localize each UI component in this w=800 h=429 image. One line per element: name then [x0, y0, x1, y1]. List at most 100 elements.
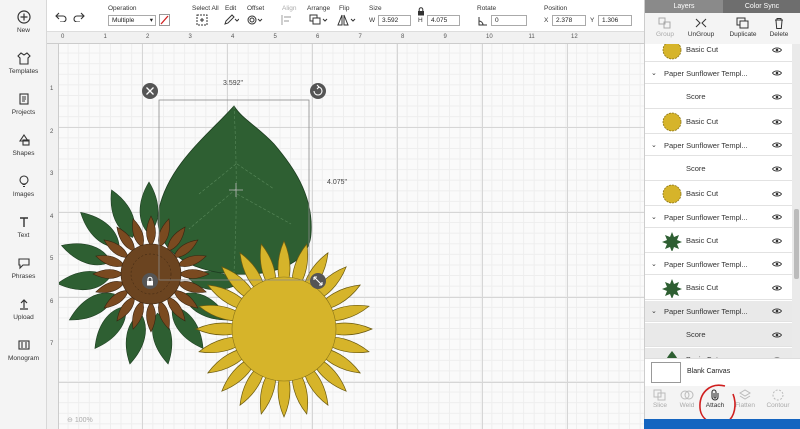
eye-icon[interactable]	[772, 93, 782, 100]
ruler-h-tick: 0	[61, 34, 65, 40]
trash-icon	[775, 18, 783, 29]
eye-icon[interactable]	[772, 46, 782, 53]
yellow-sunflower[interactable]	[195, 240, 373, 418]
align-icon[interactable]	[281, 14, 297, 26]
layer-row[interactable]: Basic Cut	[645, 348, 792, 358]
layer-row[interactable]: Basic Cut	[645, 229, 792, 253]
zoom-level[interactable]: ⊖ 100%	[67, 416, 93, 424]
new-button[interactable]: New	[0, 10, 47, 34]
layer-row[interactable]: Basic Cut	[645, 110, 792, 134]
flip-icon[interactable]	[337, 14, 357, 26]
scrollbar-thumb[interactable]	[794, 209, 799, 279]
shapes-button[interactable]: Shapes	[0, 133, 47, 157]
chevron-down-icon[interactable]: ⌄	[651, 207, 657, 228]
layer-group-row[interactable]: ⌄ Paper Sunflower Templ...	[645, 254, 792, 275]
operation-label: Operation	[108, 5, 137, 12]
eye-icon[interactable]	[772, 261, 782, 267]
select-all-icon[interactable]	[196, 14, 208, 26]
contour-button[interactable]: Contour	[763, 389, 793, 409]
images-button[interactable]: Images	[0, 174, 47, 198]
layer-group-row[interactable]: ⌄ Paper Sunflower Templ...	[645, 301, 792, 322]
undo-icon[interactable]	[55, 12, 67, 22]
eye-icon[interactable]	[772, 331, 782, 338]
lock-handle[interactable]	[142, 273, 158, 289]
layer-thumb	[662, 231, 682, 252]
eye-icon[interactable]	[772, 284, 782, 291]
upload-label: Upload	[13, 314, 34, 321]
tab-color-sync[interactable]: Color Sync	[723, 0, 800, 13]
layer-row[interactable]: Basic Cut	[645, 44, 792, 62]
rotate-handle[interactable]	[310, 83, 326, 99]
layer-row[interactable]: Basic Cut	[645, 182, 792, 206]
operation-select[interactable]: Multiple ▾	[108, 15, 156, 26]
resize-handle[interactable]	[310, 273, 326, 289]
slice-button[interactable]: Slice	[645, 389, 675, 409]
delete-button[interactable]: Delete	[759, 17, 799, 38]
layer-group-row[interactable]: ⌄ Paper Sunflower Templ...	[645, 63, 792, 84]
linetype-swatch-icon[interactable]	[159, 14, 170, 26]
design-canvas[interactable]: 3.592" 4.075" ⊖ 100%	[59, 44, 644, 429]
delete-handle[interactable]	[142, 83, 158, 99]
projects-button[interactable]: Projects	[0, 92, 47, 116]
layer-row[interactable]: Score	[645, 323, 792, 347]
layer-row[interactable]: Score	[645, 85, 792, 109]
width-field[interactable]: 3.592	[378, 15, 411, 26]
ruler-v-tick: 6	[50, 298, 54, 305]
ungroup-button[interactable]: UnGroup	[681, 17, 721, 38]
arrange-icon[interactable]	[309, 14, 329, 26]
eye-icon[interactable]	[772, 190, 782, 197]
group-button[interactable]: Group	[645, 17, 685, 38]
rotate-field[interactable]: 0	[491, 15, 527, 26]
star-thumb-icon	[662, 232, 682, 252]
operation-value: Multiple	[112, 17, 135, 24]
lock-ratio-icon[interactable]	[417, 7, 425, 16]
edit-pencil-icon[interactable]	[223, 14, 239, 26]
ungroup-label: UnGroup	[687, 31, 715, 38]
chevron-down-icon[interactable]: ⌄	[651, 135, 657, 156]
upload-icon	[19, 299, 28, 310]
design-artwork[interactable]	[59, 44, 644, 429]
chevron-down-icon[interactable]: ⌄	[651, 254, 657, 275]
phrases-button[interactable]: Phrases	[0, 256, 47, 280]
text-button[interactable]: Text	[0, 215, 47, 239]
redo-icon[interactable]	[73, 12, 85, 22]
layer-row[interactable]: Basic Cut	[645, 276, 792, 300]
plus-circle-icon	[16, 10, 31, 24]
chevron-down-icon[interactable]: ⌄	[651, 301, 657, 322]
layer-group-row[interactable]: ⌄ Paper Sunflower Templ...	[645, 135, 792, 156]
blank-canvas-thumb	[651, 362, 681, 383]
upload-button[interactable]: Upload	[0, 297, 47, 321]
layer-group-row[interactable]: ⌄ Paper Sunflower Templ...	[645, 207, 792, 228]
left-toolbar: New Templates Projects Shapes Images Tex…	[0, 0, 47, 429]
x-field[interactable]: 2.378	[552, 15, 586, 26]
y-field[interactable]: 1.306	[598, 15, 632, 26]
height-field[interactable]: 4.075	[427, 15, 460, 26]
ruler-h-tick: 7	[358, 34, 362, 40]
ruler-h-tick: 5	[273, 34, 277, 40]
eye-icon[interactable]	[772, 214, 782, 220]
text-label: Text	[17, 232, 30, 239]
x-value: 2.378	[556, 17, 573, 24]
offset-icon[interactable]	[246, 14, 264, 26]
monogram-button[interactable]: Monogram	[0, 338, 47, 362]
eye-icon[interactable]	[772, 142, 782, 148]
bottom-accent-bar	[644, 419, 800, 429]
eye-icon[interactable]	[772, 237, 782, 244]
duplicate-button[interactable]: Duplicate	[723, 17, 763, 38]
rotate-icon[interactable]	[477, 15, 489, 26]
ruler-h-tick: 3	[188, 34, 192, 40]
layer-row[interactable]: Score	[645, 157, 792, 181]
speech-bubble-icon	[17, 258, 30, 270]
eye-icon[interactable]	[772, 70, 782, 76]
layer-scrollbar[interactable]	[792, 44, 800, 358]
chevron-down-icon[interactable]: ⌄	[651, 63, 657, 84]
eye-icon[interactable]	[772, 308, 782, 314]
eye-icon[interactable]	[772, 165, 782, 172]
eye-icon[interactable]	[772, 118, 782, 125]
top-toolbar: Operation Multiple ▾ Select All Edit Offs…	[47, 0, 644, 32]
width-value: 3.592	[382, 17, 399, 24]
templates-button[interactable]: Templates	[0, 51, 47, 75]
y-value: 1.306	[602, 17, 619, 24]
tab-layers[interactable]: Layers	[645, 0, 723, 13]
layer-group-label: Paper Sunflower Templ...	[664, 69, 748, 78]
